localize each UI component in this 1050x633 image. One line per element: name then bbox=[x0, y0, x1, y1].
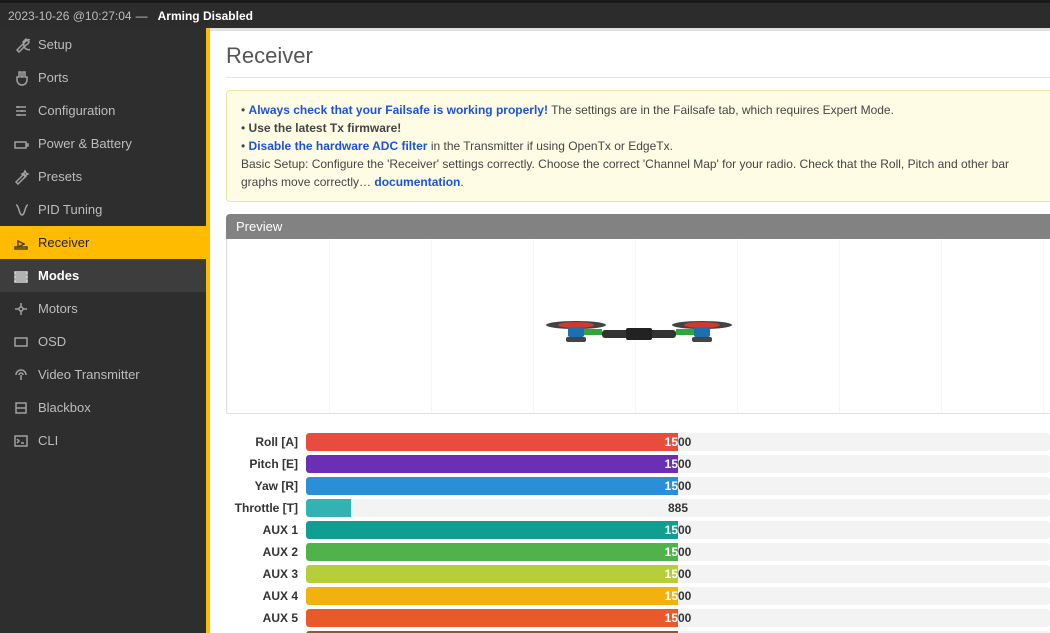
osd-icon bbox=[12, 334, 30, 350]
topbar: 2023-10-26 @10:27:04 — Arming Disabled bbox=[0, 0, 1050, 28]
channel-value: 1500 bbox=[306, 609, 1050, 627]
notice-line2: Use the latest Tx firmware! bbox=[249, 121, 402, 135]
sidebar-item-label: Blackbox bbox=[38, 400, 91, 415]
channel-bar: 1500 bbox=[306, 433, 1050, 451]
channel-value: 1500 bbox=[306, 521, 1050, 539]
channel-row: Pitch [E]1500 bbox=[226, 454, 1050, 474]
tuning-icon bbox=[12, 202, 30, 218]
sidebar-item-label: Configuration bbox=[38, 103, 115, 118]
notice-doc-link[interactable]: documentation bbox=[374, 175, 460, 189]
page-title: Receiver bbox=[226, 43, 1050, 78]
notice-box: • Always check that your Failsafe is wor… bbox=[226, 90, 1050, 202]
sidebar-item-power-battery[interactable]: Power & Battery bbox=[0, 127, 206, 160]
notice-adc-link[interactable]: Disable the hardware ADC filter bbox=[249, 139, 428, 153]
sidebar-item-blackbox[interactable]: Blackbox bbox=[0, 391, 206, 424]
channel-row: Roll [A]1500 bbox=[226, 432, 1050, 452]
sidebar-item-osd[interactable]: OSD bbox=[0, 325, 206, 358]
sidebar-item-label: PID Tuning bbox=[38, 202, 102, 217]
channel-value: 885 bbox=[306, 499, 1050, 517]
sidebar-item-setup[interactable]: Setup bbox=[0, 28, 206, 61]
stack-icon bbox=[12, 268, 30, 284]
vtx-icon bbox=[12, 367, 30, 383]
blackbox-icon bbox=[12, 400, 30, 416]
channel-label: AUX 2 bbox=[226, 545, 306, 559]
channel-value: 1500 bbox=[306, 433, 1050, 451]
notice-failsafe-link[interactable]: Always check that your Failsafe is worki… bbox=[249, 103, 548, 117]
channel-label: AUX 5 bbox=[226, 611, 306, 625]
sidebar-item-video-transmitter[interactable]: Video Transmitter bbox=[0, 358, 206, 391]
channel-bar: 1500 bbox=[306, 609, 1050, 627]
preview-panel bbox=[226, 239, 1050, 414]
channel-label: Pitch [E] bbox=[226, 457, 306, 471]
channel-label: AUX 1 bbox=[226, 523, 306, 537]
wrench-icon bbox=[12, 37, 30, 53]
sidebar-item-cli[interactable]: CLI bbox=[0, 424, 206, 457]
sidebar-item-label: Receiver bbox=[38, 235, 89, 250]
sidebar-item-label: Power & Battery bbox=[38, 136, 132, 151]
channel-bar: 1500 bbox=[306, 565, 1050, 583]
channel-row: Yaw [R]1500 bbox=[226, 476, 1050, 496]
channel-value: 1500 bbox=[306, 587, 1050, 605]
notice-line1-rest: The settings are in the Failsafe tab, wh… bbox=[548, 103, 894, 117]
sidebar-item-label: Motors bbox=[38, 301, 78, 316]
channel-value: 1500 bbox=[306, 455, 1050, 473]
sidebar-item-ports[interactable]: Ports bbox=[0, 61, 206, 94]
channel-value: 1500 bbox=[306, 565, 1050, 583]
sidebar-item-modes[interactable]: Modes bbox=[0, 259, 206, 292]
channel-row: AUX 31500 bbox=[226, 564, 1050, 584]
sidebar-item-label: Ports bbox=[38, 70, 68, 85]
sidebar-item-label: Setup bbox=[38, 37, 72, 52]
channel-bars: Roll [A]1500Pitch [E]1500Yaw [R]1500Thro… bbox=[226, 432, 1050, 633]
channel-label: Throttle [T] bbox=[226, 501, 306, 515]
channel-value: 1500 bbox=[306, 543, 1050, 561]
drone-icon bbox=[544, 315, 734, 355]
magic-icon bbox=[12, 169, 30, 185]
plug-icon bbox=[12, 70, 30, 86]
sidebar-item-label: Video Transmitter bbox=[38, 367, 140, 382]
sidebar-item-configuration[interactable]: Configuration bbox=[0, 94, 206, 127]
notice-line4-text: Basic Setup: Configure the 'Receiver' se… bbox=[241, 157, 1009, 189]
channel-label: AUX 4 bbox=[226, 589, 306, 603]
channel-bar: 1500 bbox=[306, 543, 1050, 561]
sidebar-item-pid-tuning[interactable]: PID Tuning bbox=[0, 193, 206, 226]
topbar-sep: — bbox=[136, 9, 148, 23]
channel-bar: 1500 bbox=[306, 521, 1050, 539]
channel-row: AUX 11500 bbox=[226, 520, 1050, 540]
channel-value: 1500 bbox=[306, 477, 1050, 495]
battery-icon bbox=[12, 136, 30, 152]
channel-bar: 1500 bbox=[306, 587, 1050, 605]
channel-row: AUX 21500 bbox=[226, 542, 1050, 562]
preview-header: Preview bbox=[226, 214, 1050, 239]
sidebar-item-label: CLI bbox=[38, 433, 58, 448]
topbar-timestamp: 2023-10-26 @10:27:04 bbox=[8, 9, 132, 23]
notice-line3-rest: in the Transmitter if using OpenTx or Ed… bbox=[427, 139, 672, 153]
sidebar-item-receiver[interactable]: Receiver bbox=[0, 226, 206, 259]
channel-row: AUX 51500 bbox=[226, 608, 1050, 628]
channel-bar: 885 bbox=[306, 499, 1050, 517]
channel-label: Roll [A] bbox=[226, 435, 306, 449]
topbar-status: Arming Disabled bbox=[158, 9, 253, 23]
sliders-icon bbox=[12, 103, 30, 119]
radio-icon bbox=[12, 235, 30, 251]
channel-bar: 1500 bbox=[306, 477, 1050, 495]
motor-icon bbox=[12, 301, 30, 317]
channel-label: AUX 3 bbox=[226, 567, 306, 581]
sidebar: Setup Ports Configuration Power & Battery Pr… bbox=[0, 28, 210, 633]
sidebar-item-presets[interactable]: Presets bbox=[0, 160, 206, 193]
channel-row: Throttle [T]885 bbox=[226, 498, 1050, 518]
channel-bar: 1500 bbox=[306, 455, 1050, 473]
channel-label: Yaw [R] bbox=[226, 479, 306, 493]
sidebar-item-label: Modes bbox=[38, 268, 79, 283]
channel-row: AUX 41500 bbox=[226, 586, 1050, 606]
sidebar-item-label: Presets bbox=[38, 169, 82, 184]
sidebar-item-label: OSD bbox=[38, 334, 66, 349]
terminal-icon bbox=[12, 433, 30, 449]
sidebar-item-motors[interactable]: Motors bbox=[0, 292, 206, 325]
